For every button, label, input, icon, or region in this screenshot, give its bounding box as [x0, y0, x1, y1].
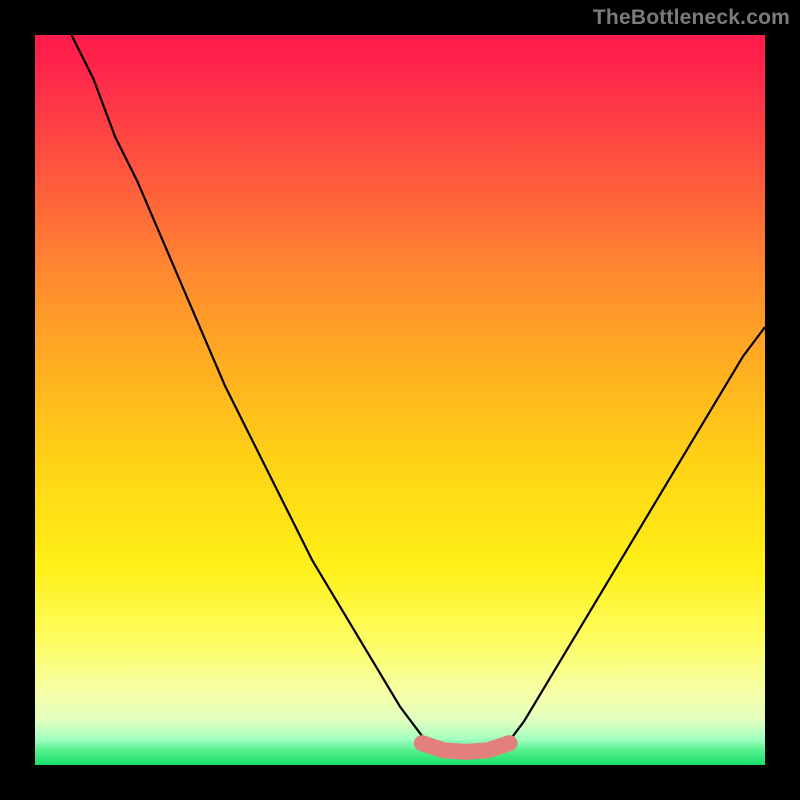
- watermark-label: TheBottleneck.com: [593, 6, 790, 30]
- plot-area: [35, 35, 765, 765]
- curve-layer: [35, 35, 765, 765]
- bottleneck-curve: [72, 35, 766, 754]
- highlight-band: [422, 743, 510, 752]
- chart-root: TheBottleneck.com: [0, 0, 800, 800]
